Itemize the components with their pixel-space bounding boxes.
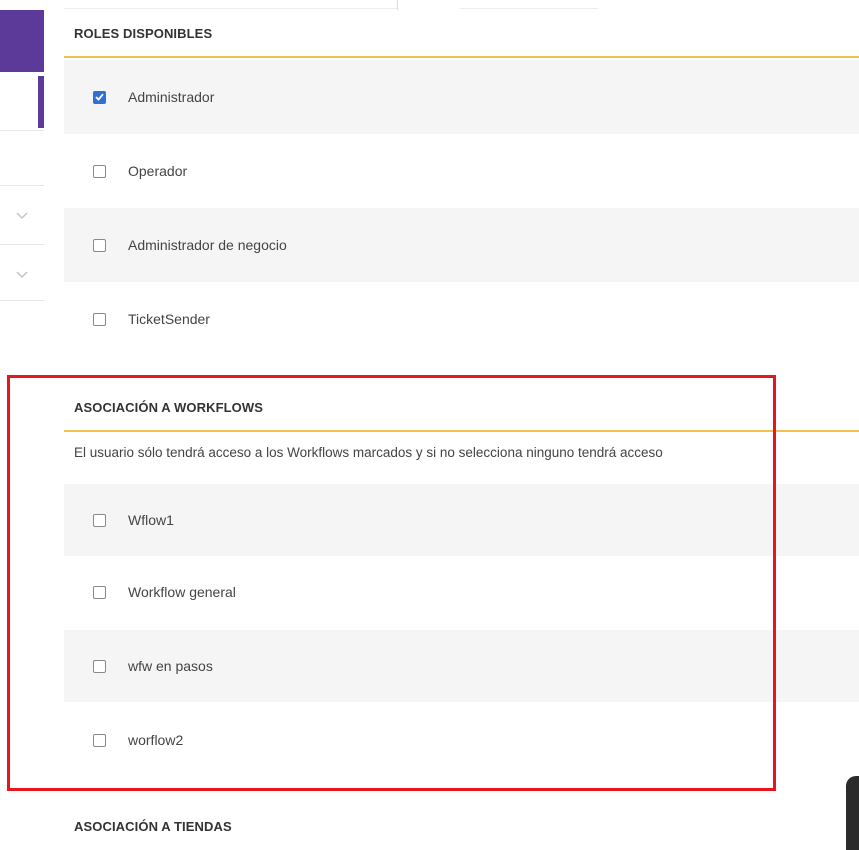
stores-section-title: ASOCIACIÓN A TIENDAS bbox=[64, 802, 859, 850]
workflow-row-wflow1[interactable]: Wflow1 bbox=[64, 484, 859, 556]
workflow-label: wfw en pasos bbox=[128, 658, 213, 674]
chevron-down-icon[interactable] bbox=[14, 266, 30, 282]
role-row-ticketsender[interactable]: TicketSender bbox=[64, 282, 859, 356]
main-content: ROLES DISPONIBLES Administrador Operador… bbox=[64, 0, 859, 850]
workflow-label: Workflow general bbox=[128, 584, 236, 600]
sidebar-active-indicator bbox=[38, 76, 44, 128]
roles-title-text: ROLES DISPONIBLES bbox=[74, 25, 213, 41]
workflow-row-worflow2[interactable]: worflow2 bbox=[64, 704, 859, 776]
role-checkbox-ticketsender[interactable] bbox=[93, 312, 106, 326]
stores-title-text: ASOCIACIÓN A TIENDAS bbox=[74, 818, 232, 834]
role-row-administrador[interactable]: Administrador bbox=[64, 60, 859, 134]
workflow-row-wfw-en-pasos[interactable]: wfw en pasos bbox=[64, 630, 859, 702]
workflow-checkbox-wflow1[interactable] bbox=[93, 513, 106, 527]
workflow-label: worflow2 bbox=[128, 732, 184, 748]
floating-panel-edge bbox=[846, 776, 859, 850]
role-label: Administrador de negocio bbox=[128, 237, 287, 253]
workflows-description-text: El usuario sólo tendrá acceso a los Work… bbox=[74, 444, 663, 460]
workflow-checkbox-wfw-en-pasos[interactable] bbox=[93, 659, 106, 673]
roles-section-title: ROLES DISPONIBLES bbox=[64, 10, 859, 58]
workflow-checkbox-workflow-general[interactable] bbox=[93, 585, 106, 599]
sidebar-active-block[interactable] bbox=[0, 10, 44, 72]
workflow-row-workflow-general[interactable]: Workflow general bbox=[64, 556, 859, 628]
sidebar-divider bbox=[0, 185, 44, 186]
sidebar-divider bbox=[0, 244, 44, 245]
workflows-title-text: ASOCIACIÓN A WORKFLOWS bbox=[74, 399, 263, 415]
sidebar-divider bbox=[0, 130, 44, 131]
role-checkbox-administrador-de-negocio[interactable] bbox=[93, 238, 106, 252]
workflow-label: Wflow1 bbox=[128, 512, 174, 528]
workflows-description: El usuario sólo tendrá acceso a los Work… bbox=[64, 433, 859, 471]
checkmark-icon bbox=[95, 93, 104, 101]
role-checkbox-administrador[interactable] bbox=[93, 90, 106, 104]
workflows-section-title: ASOCIACIÓN A WORKFLOWS bbox=[64, 384, 859, 432]
sidebar bbox=[0, 0, 64, 850]
role-row-operador[interactable]: Operador bbox=[64, 134, 859, 208]
role-label: Administrador bbox=[128, 89, 215, 105]
workflow-checkbox-worflow2[interactable] bbox=[93, 733, 106, 747]
role-label: Operador bbox=[128, 163, 188, 179]
sidebar-divider bbox=[0, 300, 44, 301]
chevron-down-icon[interactable] bbox=[14, 207, 30, 223]
role-checkbox-operador[interactable] bbox=[93, 164, 106, 178]
role-row-administrador-de-negocio[interactable]: Administrador de negocio bbox=[64, 208, 859, 282]
role-label: TicketSender bbox=[128, 311, 210, 327]
